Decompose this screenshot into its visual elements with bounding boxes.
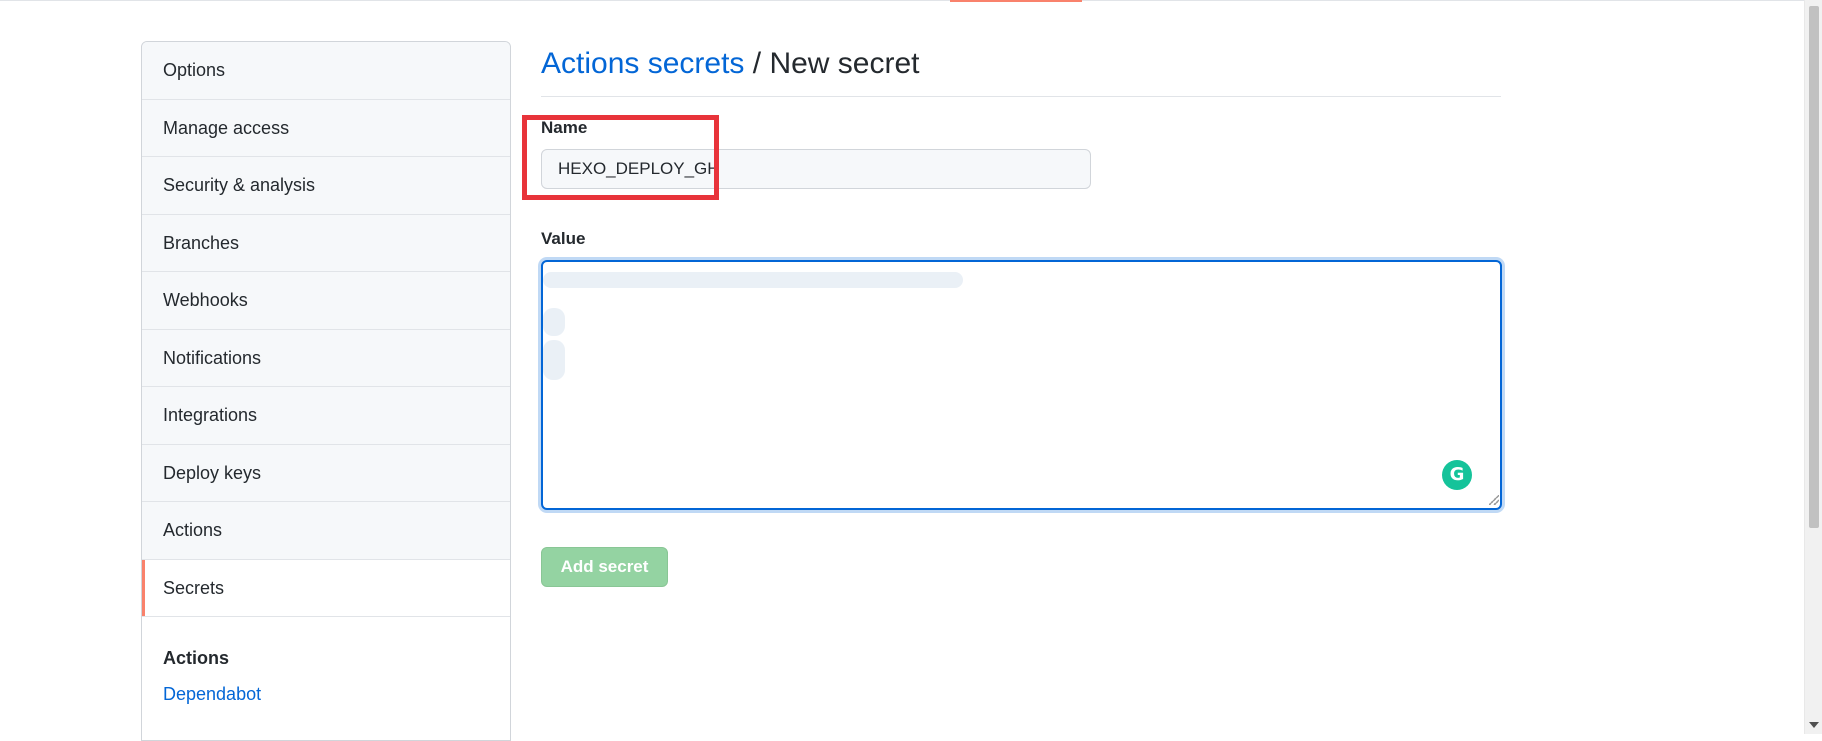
sidebar-item-actions[interactable]: Actions (142, 502, 510, 560)
sidebar-item-integrations[interactable]: Integrations (142, 387, 510, 445)
settings-sidebar: Options Manage access Security & analysi… (141, 41, 511, 741)
top-border (0, 0, 1804, 1)
secret-name-input[interactable] (541, 149, 1091, 189)
scroll-down-icon[interactable] (1809, 722, 1819, 728)
redacted-content (543, 340, 565, 380)
sidebar-item-manage-access[interactable]: Manage access (142, 99, 510, 157)
sidebar-item-security-analysis[interactable]: Security & analysis (142, 157, 510, 215)
grammarly-icon[interactable]: G (1442, 460, 1472, 490)
sidebar-item-branches[interactable]: Branches (142, 214, 510, 272)
page-header: Actions secrets / New secret (541, 40, 1501, 97)
name-label: Name (541, 118, 588, 137)
page-scrollbar[interactable] (1804, 0, 1822, 734)
scrollbar-thumb[interactable] (1809, 6, 1819, 528)
sidebar-secrets-section: Actions Dependabot (142, 617, 510, 740)
sidebar-item-secrets[interactable]: Secrets (142, 559, 510, 617)
active-tab-indicator (950, 0, 1082, 2)
secret-value-textarea[interactable] (541, 260, 1502, 510)
redacted-content (543, 272, 963, 288)
breadcrumb-actions-secrets[interactable]: Actions secrets (541, 47, 744, 80)
sidebar-section-title: Actions (163, 648, 230, 668)
page-title: New secret (769, 47, 920, 80)
sidebar-item-notifications[interactable]: Notifications (142, 329, 510, 387)
add-secret-button[interactable]: Add secret (541, 547, 668, 587)
sidebar-item-webhooks[interactable]: Webhooks (142, 272, 510, 330)
value-label: Value (541, 229, 586, 248)
breadcrumb-separator: / (744, 47, 770, 80)
resize-handle-icon[interactable] (1489, 495, 1499, 505)
sidebar-item-options[interactable]: Options (142, 42, 510, 100)
sidebar-link-dependabot[interactable]: Dependabot (163, 681, 489, 707)
main-content: Actions secrets / New secret Name Value … (522, 40, 1502, 587)
sidebar-item-deploy-keys[interactable]: Deploy keys (142, 444, 510, 502)
redacted-content (543, 308, 565, 336)
